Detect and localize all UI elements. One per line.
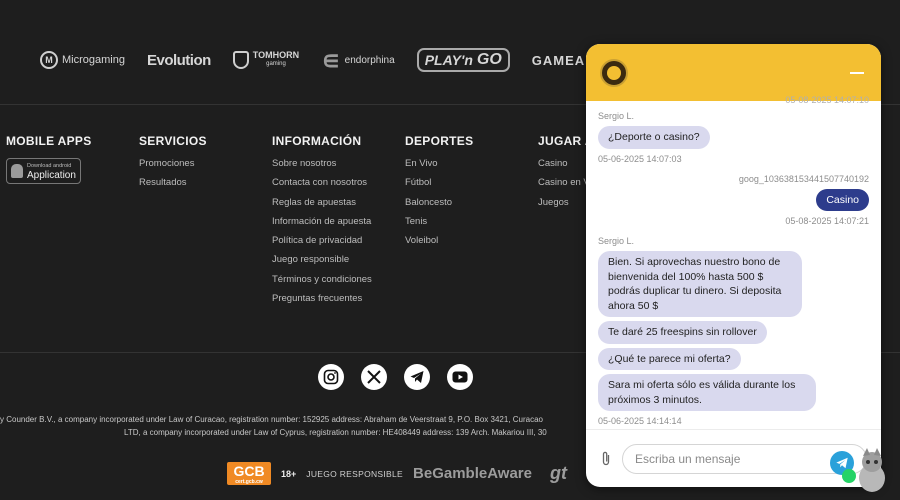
message-sender: Sergio L. xyxy=(598,236,635,246)
youtube-icon[interactable] xyxy=(447,364,473,390)
footer-link[interactable]: Información de apuesta xyxy=(272,216,372,235)
message-time: 05-08-2025 14:07:10 xyxy=(785,95,869,105)
gcb-badge[interactable]: GCB cert.gcb.cw xyxy=(227,462,271,485)
provider-label: Microgaming xyxy=(62,54,125,66)
instagram-icon[interactable] xyxy=(318,364,344,390)
col-title: MOBILE APPS xyxy=(6,134,92,148)
provider-sublabel: gaming xyxy=(266,61,286,67)
footer-link[interactable]: Preguntas frecuentes xyxy=(272,293,372,312)
mascot-icon[interactable] xyxy=(853,448,891,494)
chat-header xyxy=(586,44,881,101)
provider-label: Evolution xyxy=(146,51,211,69)
footer-link[interactable]: Juego responsible xyxy=(272,254,372,273)
footer-link-resultados[interactable]: Resultados xyxy=(139,177,207,196)
providers-row: M Microgaming Evolution TOMHORN gaming ∊… xyxy=(40,45,604,75)
footer-col-mobile: MOBILE APPS Download android Application xyxy=(6,134,92,184)
footer-link[interactable]: Términos y condiciones xyxy=(272,274,372,293)
footer-link[interactable]: Contacta con nosotros xyxy=(272,177,372,196)
minimize-icon[interactable] xyxy=(850,71,864,74)
message-time: 05-08-2025 14:07:21 xyxy=(785,216,869,226)
provider-label: PLAY'n xyxy=(424,52,473,68)
bottom-logos: GCB cert.gcb.cw 18+ JUEGO RESPONSIBLE Be… xyxy=(227,462,567,485)
provider-evolution[interactable]: Evolution xyxy=(147,52,211,69)
footer-col-deportes: DEPORTES En Vivo Fútbol Baloncesto Tenis… xyxy=(405,134,473,254)
col-title: SERVICIOS xyxy=(139,134,207,148)
gt-logo[interactable]: gt xyxy=(550,463,567,484)
social-links xyxy=(318,364,473,390)
footer-link[interactable]: Reglas de apuestas xyxy=(272,197,372,216)
col-title: INFORMACIÓN xyxy=(272,134,362,148)
message-bubble: Bien. Si aprovechas nuestro bono de bien… xyxy=(598,251,802,317)
message-bubble: Te daré 25 freespins sin rollover xyxy=(598,321,767,344)
legal-text-line1: y Counder B.V., a company incorporated u… xyxy=(0,415,543,424)
gcb-sub: cert.gcb.cw xyxy=(235,479,263,485)
provider-label: TOMHORN xyxy=(252,50,300,60)
provider-microgaming[interactable]: M Microgaming xyxy=(40,51,125,69)
footer-link[interactable]: En Vivo xyxy=(405,158,473,177)
provider-label: endorphina xyxy=(344,54,395,66)
responsible-label[interactable]: JUEGO RESPONSIBLE xyxy=(306,469,403,479)
chat-messages[interactable]: 05-08-2025 14:07:10 Sergio L. ¿Deporte o… xyxy=(586,95,881,429)
microgaming-logo-icon: M xyxy=(40,51,58,69)
attach-icon[interactable] xyxy=(600,450,612,468)
footer-link[interactable]: Política de privacidad xyxy=(272,235,372,254)
footer-link-promociones[interactable]: Promociones xyxy=(139,158,207,177)
chat-widget: 05-08-2025 14:07:10 Sergio L. ¿Deporte o… xyxy=(586,44,881,487)
endorphina-logo-icon: ∊ xyxy=(321,45,341,75)
provider-playngo[interactable]: PLAY'n GO xyxy=(416,48,510,72)
message-bubble: Sara mi oferta sólo es válida durante lo… xyxy=(598,374,816,411)
footer-link[interactable]: Voleibol xyxy=(405,235,473,254)
message-sender: goog_1036381534415077401​92 xyxy=(738,173,869,184)
gcb-label: GCB xyxy=(233,463,265,479)
message-time: 05-06-2025 14:14:14 xyxy=(598,416,682,426)
col-title: DEPORTES xyxy=(405,134,474,148)
begambleaware-logo[interactable]: BeGambleAware xyxy=(413,465,532,482)
footer-col-servicios: SERVICIOS Promociones Resultados xyxy=(139,134,207,197)
my-message-bubble: Casino xyxy=(816,188,869,211)
footer-link[interactable]: Fútbol xyxy=(405,177,473,196)
brand-logo-icon xyxy=(600,58,628,87)
message-time: 05-06-2025 14:07:03 xyxy=(598,153,682,164)
message-sender: Sergio L. xyxy=(598,111,635,121)
footer-link[interactable]: Sobre nosotros xyxy=(272,158,372,177)
message-bubble: ¿Qué te parece mi oferta? xyxy=(598,347,741,370)
footer-link[interactable]: Tenis xyxy=(405,216,473,235)
provider-label-go: GO xyxy=(476,51,502,68)
badge-big-text: Application xyxy=(27,170,76,181)
telegram-icon[interactable] xyxy=(404,364,430,390)
provider-tomhorn[interactable]: TOMHORN gaming xyxy=(232,50,300,69)
provider-endorphina[interactable]: ∊ endorphina xyxy=(321,45,395,75)
android-icon xyxy=(11,164,23,178)
footer-col-informacion: INFORMACIÓN Sobre nosotros Contacta con … xyxy=(272,134,372,312)
age-badge: 18+ xyxy=(281,468,297,479)
message-bubble: ¿Deporte o casino? xyxy=(598,126,710,149)
footer-link[interactable]: Baloncesto xyxy=(405,197,473,216)
tomhorn-shield-icon xyxy=(232,51,249,69)
legal-text-line2: LTD, a company incorporated under Law of… xyxy=(124,428,547,437)
x-icon[interactable] xyxy=(361,364,387,390)
android-app-button[interactable]: Download android Application xyxy=(6,158,81,184)
